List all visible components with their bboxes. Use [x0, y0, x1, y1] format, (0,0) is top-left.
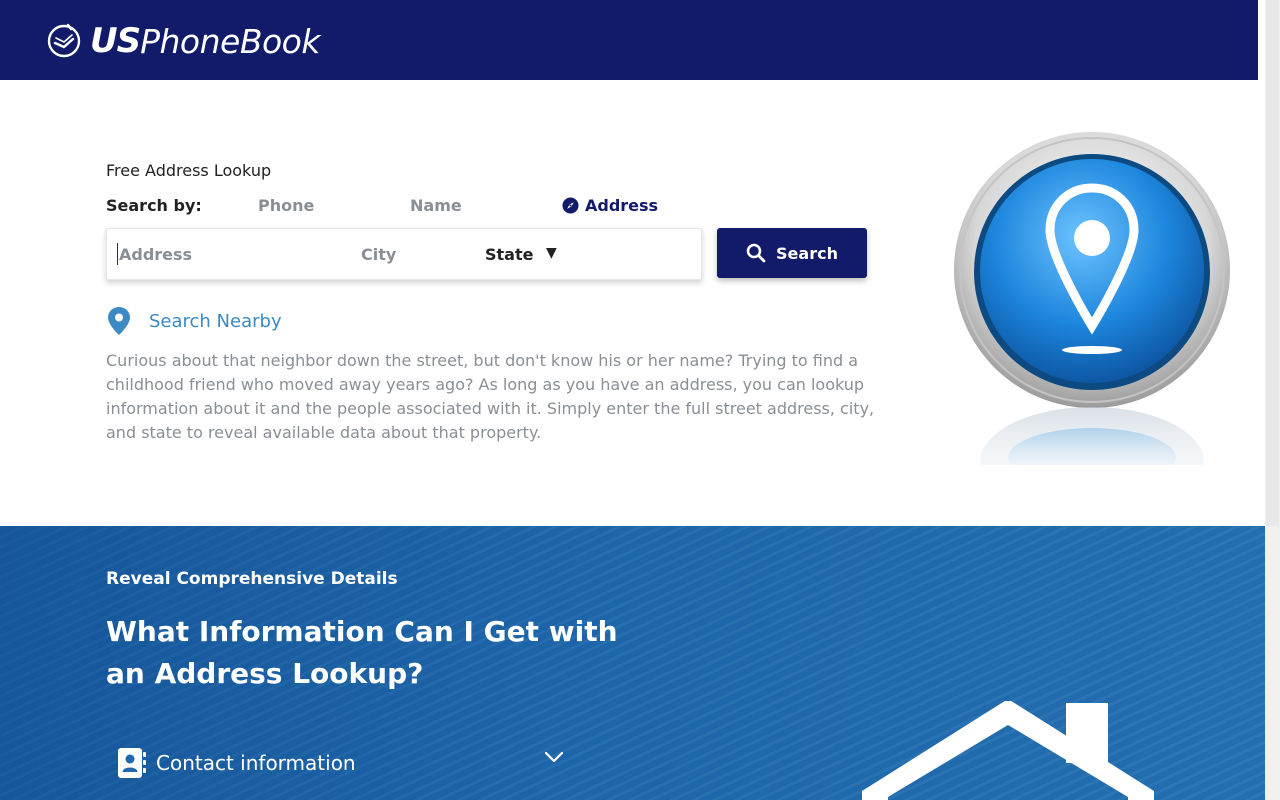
search-nearby-link[interactable]: Search Nearby	[106, 306, 282, 336]
site-header: US PhoneBook	[0, 0, 1258, 80]
details-title: What Information Can I Get with an Addre…	[106, 615, 618, 690]
state-select[interactable]: State	[485, 245, 533, 264]
page-kicker: Free Address Lookup	[106, 161, 272, 180]
lookup-description: Curious about that neighbor down the str…	[106, 351, 875, 442]
address-search-form: Address City State	[106, 228, 702, 280]
search-nearby-label: Search Nearby	[149, 310, 282, 332]
search-button[interactable]: Search	[717, 228, 867, 278]
contact-card-icon	[118, 748, 146, 778]
search-button-label: Search	[776, 243, 838, 263]
details-section: Reveal Comprehensive Details What Inform…	[0, 526, 1265, 800]
address-input[interactable]: Address	[119, 245, 192, 264]
dropdown-arrow-icon[interactable]: ▼	[546, 245, 557, 261]
tab-address[interactable]: Address	[562, 196, 658, 215]
compass-icon	[562, 197, 579, 214]
city-input[interactable]: City	[361, 245, 396, 264]
tab-name[interactable]: Name	[410, 196, 462, 215]
page-scrollbar-thumb[interactable]	[1266, 0, 1279, 526]
details-kicker: Reveal Comprehensive Details	[106, 569, 398, 589]
tab-phone[interactable]: Phone	[258, 196, 314, 215]
logo-text-bold: US	[90, 21, 141, 61]
search-by-label: Search by:	[106, 196, 202, 215]
house-icon	[862, 701, 1154, 800]
accordion-label: Contact information	[156, 751, 356, 775]
accordion-contact-information[interactable]: Contact information	[118, 746, 568, 780]
logo-book-icon	[47, 23, 81, 58]
chevron-down-icon[interactable]	[544, 750, 564, 764]
logo-text-regular: PhoneBook	[140, 21, 320, 61]
location-pin-icon	[108, 307, 130, 335]
tab-address-label: Address	[585, 196, 659, 215]
search-icon	[746, 243, 766, 263]
text-cursor	[117, 243, 118, 265]
site-logo[interactable]: US PhoneBook	[46, 20, 320, 62]
map-pin-button-illustration	[954, 132, 1230, 465]
